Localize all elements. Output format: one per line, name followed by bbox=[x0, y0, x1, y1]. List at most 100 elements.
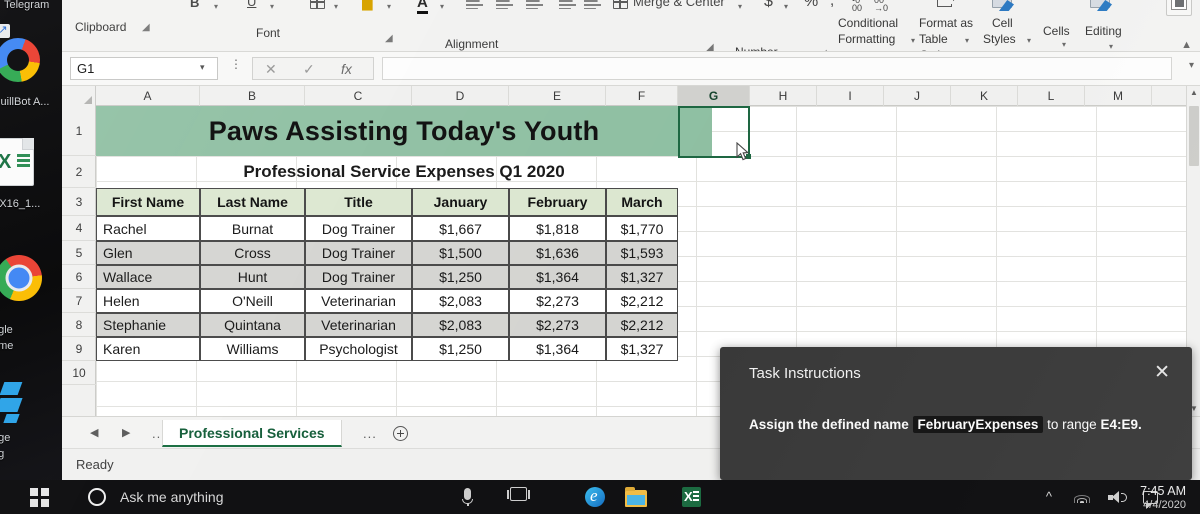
format-as-table-caret-icon[interactable]: ▾ bbox=[965, 36, 969, 45]
fill-color-caret-icon[interactable]: ▾ bbox=[387, 2, 391, 11]
clipboard-dialog-launcher-icon[interactable]: ◢ bbox=[142, 22, 150, 33]
underline-icon[interactable]: U bbox=[247, 0, 256, 9]
table-row[interactable]: $1,250 bbox=[412, 337, 509, 361]
format-as-table-label-l2[interactable]: Table bbox=[919, 32, 948, 46]
google-chrome-icon[interactable] bbox=[0, 255, 42, 301]
table-row[interactable]: Burnat bbox=[200, 216, 305, 241]
align-right-icon[interactable] bbox=[526, 0, 543, 9]
table-row[interactable]: Glen bbox=[96, 241, 200, 265]
cells-caret-icon[interactable]: ▾ bbox=[1062, 40, 1066, 49]
row-header-8[interactable]: 8 bbox=[62, 313, 96, 337]
conditional-formatting-label-l1[interactable]: Conditional bbox=[838, 16, 898, 30]
table-row[interactable]: $2,212 bbox=[606, 313, 678, 337]
table-row[interactable]: $2,083 bbox=[412, 313, 509, 337]
column-header-i[interactable]: I bbox=[817, 86, 884, 106]
table-row[interactable]: $1,818 bbox=[509, 216, 606, 241]
table-row[interactable]: Veterinarian bbox=[305, 313, 412, 337]
select-all-button[interactable] bbox=[62, 86, 96, 106]
table-row[interactable]: Cross bbox=[200, 241, 305, 265]
taskbar-clock[interactable]: 7:45 AM 4/4/2020 bbox=[1140, 484, 1186, 512]
conditional-formatting-caret-icon[interactable]: ▾ bbox=[911, 36, 915, 45]
decrease-indent-icon[interactable] bbox=[559, 0, 576, 9]
taskbar-search-input[interactable]: Ask me anything bbox=[120, 489, 224, 505]
previous-sheet-icon[interactable]: ◀ bbox=[90, 426, 98, 439]
formula-input[interactable] bbox=[382, 57, 1172, 80]
row-header-9[interactable]: 9 bbox=[62, 337, 96, 361]
table-row[interactable]: Dog Trainer bbox=[305, 241, 412, 265]
increase-decimal-icon[interactable]: •0 00 bbox=[852, 0, 862, 13]
table-row[interactable]: $1,364 bbox=[509, 265, 606, 289]
table-row[interactable]: Veterinarian bbox=[305, 289, 412, 313]
table-row[interactable]: $2,273 bbox=[509, 289, 606, 313]
conditional-formatting-icon[interactable] bbox=[937, 0, 959, 7]
cancel-entry-icon[interactable]: ✕ bbox=[265, 61, 277, 78]
table-row[interactable]: Wallace bbox=[96, 265, 200, 289]
align-center-icon[interactable] bbox=[496, 0, 513, 9]
column-header-b[interactable]: B bbox=[200, 86, 305, 106]
conditional-formatting-label-l2[interactable]: Formatting bbox=[838, 32, 895, 46]
merge-center-label[interactable]: Merge & Center bbox=[633, 0, 725, 9]
column-header-c[interactable]: C bbox=[305, 86, 412, 106]
cortana-icon[interactable] bbox=[88, 488, 106, 506]
column-header-f[interactable]: F bbox=[606, 86, 678, 106]
column-header-d[interactable]: D bbox=[412, 86, 509, 106]
decrease-decimal-icon[interactable]: 00 →0 bbox=[874, 0, 888, 13]
table-row[interactable]: Williams bbox=[200, 337, 305, 361]
row-header-3[interactable]: 3 bbox=[62, 188, 96, 216]
increase-indent-icon[interactable] bbox=[584, 0, 601, 9]
table-row[interactable]: Dog Trainer bbox=[305, 265, 412, 289]
table-row[interactable]: $1,327 bbox=[606, 337, 678, 361]
borders-icon[interactable] bbox=[310, 0, 325, 9]
start-button-icon[interactable] bbox=[30, 488, 49, 507]
table-row[interactable]: $2,273 bbox=[509, 313, 606, 337]
column-header-a[interactable]: A bbox=[96, 86, 200, 106]
add-sheet-icon[interactable] bbox=[393, 426, 408, 441]
format-as-table-label-l1[interactable]: Format as bbox=[919, 16, 973, 30]
scroll-up-icon[interactable]: ▲ bbox=[1187, 86, 1200, 100]
row-header-4[interactable]: 4 bbox=[62, 216, 96, 241]
font-color-icon[interactable]: A bbox=[417, 0, 428, 14]
table-row[interactable]: Rachel bbox=[96, 216, 200, 241]
formula-bar-expand-icon[interactable]: ▾ bbox=[1189, 60, 1194, 71]
bold-icon[interactable]: B bbox=[190, 0, 199, 10]
merge-center-caret-icon[interactable]: ▾ bbox=[738, 2, 742, 11]
table-row[interactable]: $1,364 bbox=[509, 337, 606, 361]
table-row[interactable]: $2,212 bbox=[606, 289, 678, 313]
excel-file-icon[interactable]: X bbox=[0, 138, 34, 186]
table-row[interactable]: O'Neill bbox=[200, 289, 305, 313]
table-row[interactable]: $2,083 bbox=[412, 289, 509, 313]
confirm-entry-icon[interactable]: ✓ bbox=[303, 61, 315, 78]
font-dialog-launcher-icon[interactable]: ◢ bbox=[385, 33, 393, 44]
next-sheet-icon[interactable]: ▶ bbox=[122, 426, 130, 439]
microphone-icon[interactable] bbox=[460, 487, 476, 507]
ribbon-collapse-icon[interactable]: ▲ bbox=[1181, 39, 1192, 51]
column-header-k[interactable]: K bbox=[951, 86, 1018, 106]
cell-b3-header[interactable]: Last Name bbox=[200, 188, 305, 216]
column-header-g[interactable]: G bbox=[678, 86, 750, 106]
name-box-dropdown-icon[interactable]: ▾ bbox=[200, 62, 205, 73]
name-box-overflow-icon[interactable]: ⋮ bbox=[230, 58, 242, 70]
row-header-2[interactable]: 2 bbox=[62, 156, 96, 188]
cells-icon[interactable] bbox=[1171, 0, 1187, 10]
percent-format-icon[interactable]: % bbox=[804, 0, 818, 11]
table-row[interactable]: $1,593 bbox=[606, 241, 678, 265]
column-header-e[interactable]: E bbox=[509, 86, 606, 106]
currency-format-icon[interactable]: $ bbox=[764, 0, 773, 11]
volume-icon[interactable] bbox=[1108, 491, 1127, 504]
currency-caret-icon[interactable]: ▾ bbox=[784, 2, 788, 11]
column-header-j[interactable]: J bbox=[884, 86, 951, 106]
table-row[interactable]: $1,770 bbox=[606, 216, 678, 241]
table-row[interactable]: $1,667 bbox=[412, 216, 509, 241]
cell-d3-header[interactable]: January bbox=[412, 188, 509, 216]
cell-styles-label-l1[interactable]: Cell bbox=[992, 16, 1013, 30]
column-header-m[interactable]: M bbox=[1085, 86, 1152, 106]
cell-styles-label-l2[interactable]: Styles bbox=[983, 32, 1016, 46]
alignment-dialog-launcher-icon[interactable]: ◢ bbox=[706, 42, 714, 51]
bold-caret-icon[interactable]: ▾ bbox=[214, 2, 218, 11]
show-hidden-icons-icon[interactable]: ^ bbox=[1046, 489, 1052, 504]
row-header-10[interactable]: 10 bbox=[62, 361, 96, 385]
cell-title-merged[interactable]: Paws Assisting Today's Youth bbox=[96, 106, 712, 156]
wifi-icon[interactable] bbox=[1074, 492, 1090, 503]
align-left-icon[interactable] bbox=[466, 0, 483, 9]
row-header-7[interactable]: 7 bbox=[62, 289, 96, 313]
